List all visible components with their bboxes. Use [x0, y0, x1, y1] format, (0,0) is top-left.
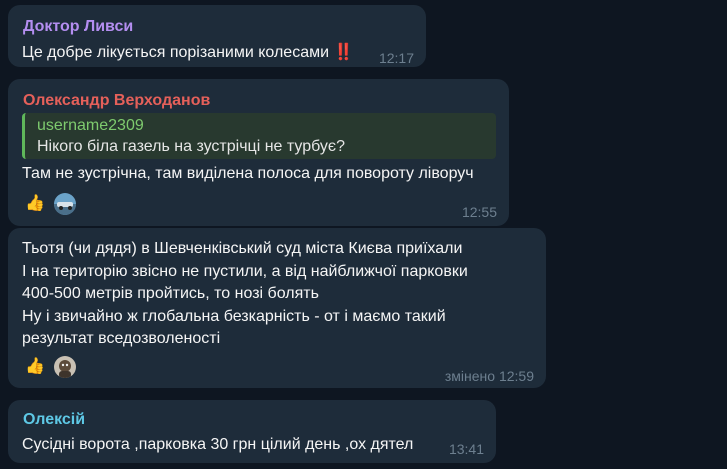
sender-name[interactable]: Олександр Верходанов	[23, 91, 210, 111]
message-time: змінено 12:59	[444, 368, 534, 384]
message-line: І на територію звісно не пустили, а від …	[22, 262, 468, 280]
chat-message-list[interactable]: Доктор Ливси Це добре лікується порізани…	[0, 0, 727, 469]
message-text: Сусідні ворота ,парковка 30 грн цілий де…	[22, 436, 414, 453]
message-bubble[interactable]: Олексій Сусідні ворота ,парковка 30 грн …	[8, 400, 496, 463]
message-bubble[interactable]: Олександр Верходанов username2309 Нікого…	[8, 79, 509, 226]
sender-name[interactable]: Олексій	[23, 410, 85, 430]
reactor-avatar[interactable]	[52, 354, 78, 380]
reply-text: Нікого біла газель на зустрічці не турбу…	[37, 138, 345, 155]
message-time: 12:55	[461, 204, 497, 220]
message-time: 12:17	[378, 50, 414, 66]
message-text: Тьотя (чи дядя) в Шевченківський суд міс…	[22, 238, 468, 351]
message-bubble[interactable]: Тьотя (чи дядя) в Шевченківський суд міс…	[8, 228, 546, 388]
reactions: 👍	[22, 354, 78, 380]
message-line: Тьотя (чи дядя) в Шевченківський суд міс…	[22, 240, 463, 257]
sender-name[interactable]: Доктор Ливси	[23, 17, 133, 37]
message-text: Там не зустрічна, там виділена полоса дл…	[22, 165, 474, 182]
thumbs-up-icon[interactable]: 👍	[22, 354, 48, 380]
reply-sender-name: username2309	[37, 117, 144, 134]
avatar-image	[54, 193, 76, 215]
message-bubble[interactable]: Доктор Ливси Це добре лікується порізани…	[8, 5, 426, 67]
message-time: 13:41	[448, 441, 484, 457]
message-text: Це добре лікується порізаними колесами ‼…	[22, 44, 354, 61]
message-line: Ну і звичайно ж глобальна безкарність - …	[22, 307, 446, 325]
reply-quote[interactable]: username2309 Нікого біла газель на зустр…	[22, 113, 496, 159]
avatar-image	[54, 356, 76, 378]
message-line: 400-500 метрів пройтись, то нозі болять	[22, 285, 319, 302]
reactions: 👍	[22, 191, 78, 217]
reactor-avatar[interactable]	[52, 191, 78, 217]
message-line: результат вседозволеності	[22, 330, 221, 347]
thumbs-up-icon[interactable]: 👍	[22, 191, 48, 217]
